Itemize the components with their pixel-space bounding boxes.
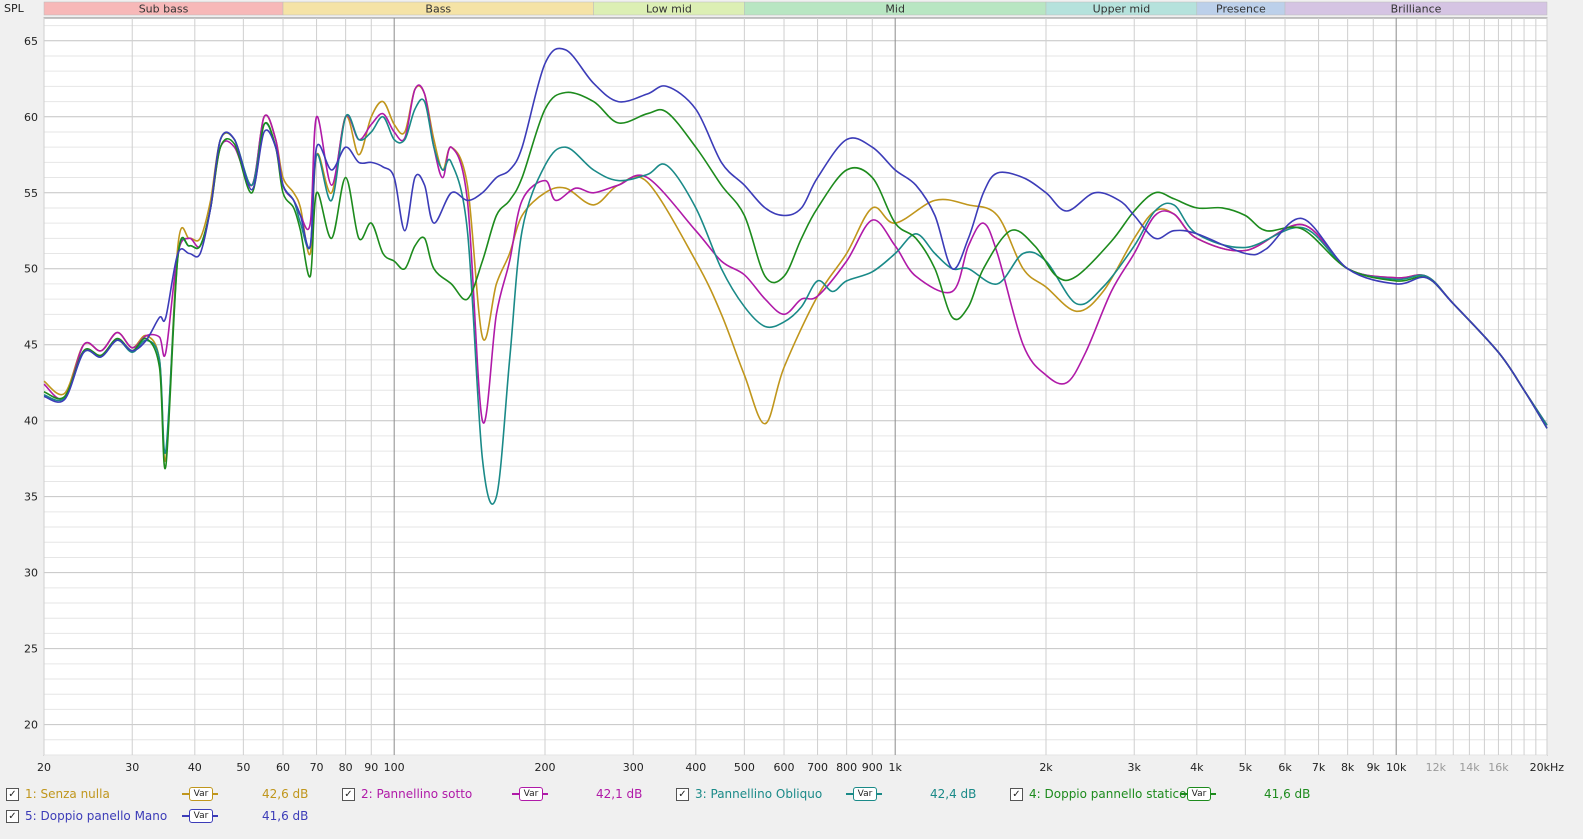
x-tick-label: 14k [1459,761,1480,774]
legend-var-button[interactable]: Var [519,787,543,801]
legend-var-button[interactable]: Var [189,787,213,801]
y-tick-label: 45 [24,339,38,352]
y-tick-label: 55 [24,187,38,200]
legend-var-control[interactable]: Var [182,808,218,824]
legend-series-name: 1: Senza nulla [25,787,110,801]
legend-var-button[interactable]: Var [853,787,877,801]
x-tick-label: 50 [236,761,250,774]
legend-item-2[interactable]: ✓ 2: Pannellino sotto [342,784,472,804]
legend-var-control[interactable]: Var [512,786,548,802]
legend: ✓ 1: Senza nulla Var 42,6 dB ✓ 2: Pannellino … [0,780,1583,839]
x-tick-label: 70 [310,761,324,774]
y-tick-label: 40 [24,415,38,428]
x-tick-label: 100 [384,761,405,774]
x-tick-label: 4k [1190,761,1204,774]
x-tick-label: 40 [188,761,202,774]
legend-checkbox[interactable]: ✓ [1010,787,1023,801]
x-tick-label: 60 [276,761,290,774]
legend-item-1[interactable]: ✓ 1: Senza nulla [6,784,110,804]
legend-level-value: 42,1 dB [596,787,643,801]
legend-level-value: 41,6 dB [262,809,309,823]
x-tick-label: 600 [774,761,795,774]
y-axis-label: SPL [4,2,25,15]
x-tick-label: 1k [888,761,902,774]
band-label: Presence [1216,3,1266,16]
x-tick-label: 200 [535,761,556,774]
x-tick-label: 700 [807,761,828,774]
band-label: Sub bass [139,3,189,16]
legend-level-value: 41,6 dB [1264,787,1311,801]
x-tick-label: 20kHz [1530,761,1565,774]
frequency-response-chart[interactable]: SPL Sub bass Bass Low mid Mid Upper mid Prese… [0,0,1583,780]
x-tick-label: 900 [862,761,883,774]
legend-var-button[interactable]: Var [1187,787,1211,801]
legend-series-name: 2: Pannellino sotto [361,787,473,801]
legend-var-button[interactable]: Var [189,809,213,823]
legend-series-name: 4: Doppio pannello statico [1029,787,1187,801]
legend-checkbox[interactable]: ✓ [6,787,19,801]
legend-series-name: 3: Pannellino Obliquo [695,787,823,801]
legend-series-name: 5: Doppio panello Mano [25,809,168,823]
x-tick-label: 5k [1239,761,1253,774]
frequency-bands: Sub bass Bass Low mid Mid Upper mid Presence B… [43,1,1548,16]
x-tick-label: 12k [1426,761,1447,774]
x-tick-label: 6k [1278,761,1292,774]
y-tick-label: 35 [24,491,38,504]
legend-item-4[interactable]: ✓ 4: Doppio pannello statico [1010,784,1186,804]
y-tick-label: 20 [24,719,38,732]
legend-checkbox[interactable]: ✓ [6,809,19,823]
x-tick-label: 16k [1488,761,1509,774]
band-label: Bass [425,3,451,16]
legend-var-control[interactable]: Var [182,786,218,802]
y-tick-label: 60 [24,111,38,124]
x-tick-label: 400 [685,761,706,774]
legend-item-5[interactable]: ✓ 5: Doppio panello Mano [6,806,167,826]
legend-level-value: 42,4 dB [930,787,977,801]
legend-level-value: 42,6 dB [262,787,309,801]
x-tick-label: 8k [1341,761,1355,774]
x-tick-label: 30 [125,761,139,774]
x-tick-label: 2k [1039,761,1053,774]
legend-checkbox[interactable]: ✓ [676,787,689,801]
y-tick-label: 25 [24,643,38,656]
x-tick-label: 3k [1128,761,1142,774]
band-label: Low mid [646,3,692,16]
y-tick-label: 30 [24,567,38,580]
x-tick-label: 20 [37,761,51,774]
legend-item-3[interactable]: ✓ 3: Pannellino Obliquo [676,784,822,804]
legend-var-control[interactable]: Var [1180,786,1216,802]
x-tick-label: 500 [734,761,755,774]
y-tick-label: 65 [24,35,38,48]
x-tick-label: 7k [1312,761,1326,774]
legend-checkbox[interactable]: ✓ [342,787,355,801]
band-label: Mid [885,3,905,16]
legend-var-control[interactable]: Var [846,786,882,802]
band-label: Upper mid [1093,3,1151,16]
x-tick-label: 800 [836,761,857,774]
y-tick-label: 50 [24,263,38,276]
x-tick-label: 10k [1386,761,1407,774]
x-tick-label: 300 [623,761,644,774]
band-label: Brilliance [1391,3,1442,16]
x-tick-label: 9k [1367,761,1381,774]
x-tick-label: 80 [339,761,353,774]
x-tick-label: 90 [364,761,378,774]
